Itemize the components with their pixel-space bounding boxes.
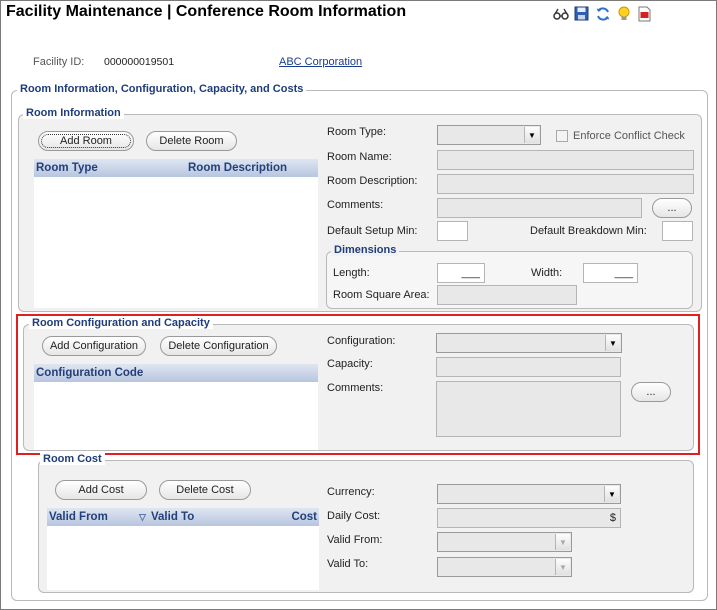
room-config-title: Room Configuration and Capacity — [29, 317, 213, 329]
config-grid-header: Configuration Code — [34, 364, 318, 382]
config-comments-label: Comments: — [327, 382, 384, 394]
square-area-input[interactable] — [437, 285, 577, 305]
config-comments-more-button[interactable]: ... — [631, 382, 671, 402]
cost-grid-body[interactable] — [47, 526, 319, 590]
facility-id-value: 000000019501 — [104, 56, 175, 68]
chevron-down-icon: ▼ — [604, 486, 619, 502]
configuration-select[interactable]: ▼ — [436, 333, 622, 353]
page-title: Facility Maintenance | Conference Room I… — [6, 3, 407, 20]
daily-cost-label: Daily Cost: — [327, 510, 381, 522]
delete-room-button[interactable]: Delete Room — [146, 131, 237, 151]
room-type-column-header[interactable]: Room Type — [36, 162, 98, 174]
dollar-sign: $ — [609, 512, 616, 524]
length-label: Length: — [333, 267, 370, 279]
valid-to-select[interactable]: ▼ — [437, 557, 572, 577]
save-icon[interactable] — [573, 5, 590, 22]
valid-from-label: Valid From: — [327, 534, 383, 546]
valid-from-column-header[interactable]: Valid From — [49, 511, 108, 523]
lightbulb-icon[interactable] — [615, 5, 632, 22]
chevron-down-icon: ▼ — [555, 559, 570, 575]
glasses-icon[interactable] — [552, 5, 569, 22]
room-grid-body[interactable] — [34, 177, 318, 308]
daily-cost-input[interactable]: $ — [437, 508, 621, 528]
facility-id-label: Facility ID: — [33, 56, 85, 68]
capacity-input[interactable] — [436, 357, 621, 377]
width-input[interactable]: ___ — [583, 263, 638, 283]
room-comments-more-button[interactable]: ... — [652, 198, 692, 218]
room-type-label: Room Type: — [327, 126, 387, 138]
enforce-conflict-checkbox[interactable] — [556, 130, 568, 142]
refresh-icon[interactable] — [594, 5, 611, 22]
default-setup-input[interactable] — [437, 221, 468, 241]
room-type-select[interactable]: ▼ — [437, 125, 541, 145]
add-configuration-button[interactable]: Add Configuration — [42, 336, 146, 356]
cost-grid-header: Valid From ▽ Valid To Cost — [47, 508, 319, 526]
valid-to-column-header[interactable]: Valid To — [151, 511, 194, 523]
delete-cost-button[interactable]: Delete Cost — [159, 480, 251, 500]
room-description-column-header[interactable]: Room Description — [188, 162, 287, 174]
dimensions-title: Dimensions — [331, 244, 400, 256]
chevron-down-icon: ▼ — [555, 534, 570, 550]
cost-column-header[interactable]: Cost — [291, 511, 317, 523]
main-group-title: Room Information, Configuration, Capacit… — [17, 83, 307, 95]
app-window: Facility Maintenance | Conference Room I… — [0, 0, 717, 610]
room-comments-input[interactable] — [437, 198, 642, 218]
add-cost-button[interactable]: Add Cost — [55, 480, 147, 500]
width-label: Width: — [531, 267, 563, 279]
config-grid-body[interactable] — [34, 382, 318, 450]
room-comments-label: Comments: — [327, 199, 384, 211]
default-breakdown-label: Default Breakdown Min: — [530, 225, 647, 237]
room-description-input[interactable] — [437, 174, 694, 194]
room-name-label: Room Name: — [327, 151, 392, 163]
currency-select[interactable]: ▼ — [437, 484, 621, 504]
default-setup-label: Default Setup Min: — [327, 225, 418, 237]
room-grid-header: Room Type Room Description — [34, 159, 318, 177]
enforce-conflict-label: Enforce Conflict Check — [573, 130, 685, 142]
config-comments-textarea[interactable] — [436, 381, 621, 437]
company-link[interactable]: ABC Corporation — [279, 56, 362, 68]
currency-label: Currency: — [327, 486, 375, 498]
capacity-label: Capacity: — [327, 358, 373, 370]
room-description-label: Room Description: — [327, 175, 418, 187]
chevron-down-icon: ▼ — [605, 335, 620, 351]
configuration-label: Configuration: — [327, 335, 396, 347]
chevron-down-icon: ▼ — [524, 127, 539, 143]
square-area-label: Room Square Area: — [333, 289, 430, 301]
room-info-title: Room Information — [23, 107, 124, 119]
configuration-code-column-header[interactable]: Configuration Code — [36, 367, 143, 379]
default-breakdown-input[interactable] — [662, 221, 693, 241]
add-room-button[interactable]: Add Room — [38, 131, 134, 151]
valid-to-label: Valid To: — [327, 558, 369, 570]
sort-triangle-icon: ▽ — [139, 511, 146, 522]
room-name-input[interactable] — [437, 150, 694, 170]
delete-configuration-button[interactable]: Delete Configuration — [160, 336, 277, 356]
valid-from-select[interactable]: ▼ — [437, 532, 572, 552]
length-input[interactable]: ___ — [437, 263, 485, 283]
room-cost-title: Room Cost — [40, 453, 105, 465]
toolbar — [552, 5, 653, 22]
pdf-icon[interactable] — [636, 5, 653, 22]
